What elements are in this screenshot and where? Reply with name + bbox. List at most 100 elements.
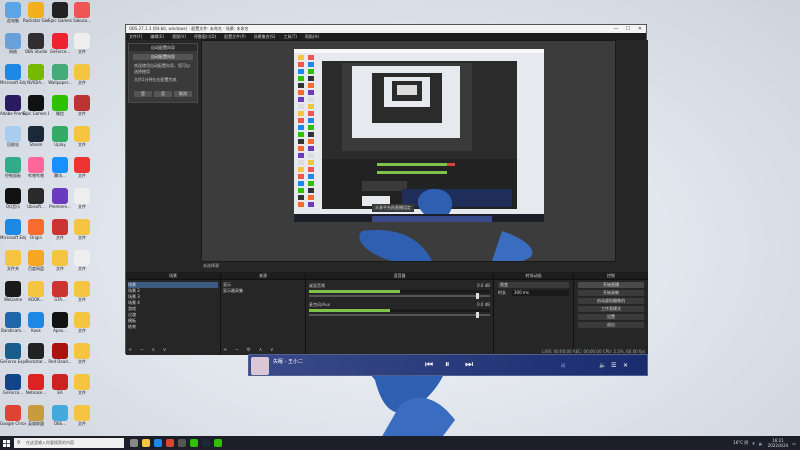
desktop-icon[interactable]: Microsoft Edge — [0, 219, 26, 251]
scenes-toolbar[interactable]: + − ∧ ∨ — [128, 347, 169, 353]
maximize-button[interactable]: ☐ — [622, 26, 634, 32]
taskbar-app-file-explorer[interactable] — [140, 436, 152, 450]
clock[interactable]: 16:21 2022/4/24 — [768, 438, 789, 448]
menu-item[interactable]: 工具(T) — [283, 34, 297, 40]
desktop-icon[interactable]: Rockstar Games... — [23, 2, 49, 34]
source-item[interactable]: 显示器采集 — [223, 288, 303, 294]
pause-button[interactable]: ⏸ — [445, 360, 450, 370]
desktop-icon[interactable]: 哔哩哔哩 — [24, 157, 48, 189]
dialog-cancel-button[interactable]: 取消 — [174, 91, 192, 97]
desktop-icon[interactable]: 文件 — [70, 250, 94, 282]
control-button[interactable]: 设置 — [578, 314, 644, 320]
obs-titlebar[interactable]: OBS 27.1.3 (64-bit, windows) - 配置文件: 未命名… — [126, 25, 646, 33]
desktop-icon[interactable]: Steam — [24, 126, 48, 158]
app-icon — [74, 64, 90, 80]
desktop-icon[interactable]: 文件 — [70, 405, 94, 437]
minimize-button[interactable]: — — [610, 26, 622, 32]
close-button[interactable]: ✕ — [634, 26, 646, 32]
start-button[interactable] — [0, 436, 12, 450]
desktop-icon[interactable]: 百度网盘 — [24, 250, 48, 282]
transition-type-select[interactable]: 渐变 — [498, 282, 569, 288]
volume-tray-icon[interactable]: 🔈 — [759, 441, 764, 446]
desktop-icon[interactable]: 文件 — [70, 343, 94, 375]
desktop-icon[interactable]: Google Chrome — [0, 405, 26, 437]
next-track-button[interactable]: ⏭ — [465, 360, 473, 370]
volume-icon[interactable]: 🔈 — [599, 362, 606, 369]
dialog-yes-button[interactable]: 是 — [134, 91, 152, 97]
desktop-icon[interactable]: 控制面板 — [1, 157, 25, 189]
desktop-icon[interactable]: Ubisoft... — [24, 188, 48, 220]
control-button[interactable]: 开始直播 — [578, 282, 644, 288]
desktop-icon[interactable]: 文件 — [70, 188, 94, 220]
duration-input[interactable]: 300 ms — [512, 290, 569, 296]
taskbar-app-task-view[interactable] — [128, 436, 140, 450]
desktop-icon[interactable]: 网络 — [1, 33, 25, 65]
desktop-icon[interactable]: Epic Games Launcher — [23, 95, 49, 127]
menu-item[interactable]: 文件(F) — [129, 34, 142, 40]
desktop-icon[interactable]: 文件夹 — [1, 250, 25, 282]
album-cover[interactable] — [251, 357, 269, 375]
previous-track-button[interactable]: ⏮ — [425, 360, 433, 370]
taskbar-app-edge[interactable] — [152, 436, 164, 450]
player-close-icon[interactable]: ✕ — [623, 362, 628, 369]
desktop-icon[interactable]: 英雄联盟 — [24, 405, 48, 437]
volume-fader[interactable] — [309, 312, 490, 318]
desktop-icon[interactable]: 回收站 — [1, 126, 25, 158]
obs-preview[interactable]: 众多平台的直播设定 — [201, 40, 616, 262]
menu-item[interactable]: 帮助(H) — [305, 34, 319, 40]
taskbar-app-wechat[interactable] — [212, 436, 224, 450]
desktop-icon[interactable]: 此电脑 — [1, 2, 25, 34]
desktop-icon[interactable]: Bandicam... — [1, 312, 25, 344]
taskbar-search-input[interactable]: ⚲ 在这里输入你要搜索的内容 — [14, 438, 124, 448]
control-button[interactable]: 启动虚拟摄像机 — [578, 298, 644, 304]
taskbar-app-obs[interactable] — [176, 436, 188, 450]
taskbar-app-chrome[interactable] — [164, 436, 176, 450]
dialog-no-button[interactable]: 否 — [154, 91, 172, 97]
menu-item[interactable]: 视图(V) — [172, 34, 186, 40]
desktop-icon[interactable]: 文件 — [70, 219, 94, 251]
desktop-icon[interactable]: GeForce... — [1, 374, 25, 406]
desktop-icon[interactable]: Rockstar... — [24, 343, 48, 375]
desktop-icon[interactable]: 文件 — [70, 126, 94, 158]
menu-item[interactable]: 场景集合(S) — [254, 34, 276, 40]
desktop-icon[interactable]: NVIDIA... — [24, 64, 48, 96]
menu-item[interactable]: 停靠窗口(D) — [194, 34, 216, 40]
desktop-icon[interactable]: GeForce Experience — [0, 343, 26, 375]
lyrics-toggle[interactable]: 词 — [561, 363, 565, 369]
desktop-icon[interactable]: 文件 — [70, 374, 94, 406]
desktop-icon[interactable]: 文件 — [70, 95, 94, 127]
desktop-icon[interactable]: Kook — [24, 312, 48, 344]
desktop-icon[interactable]: 文件 — [70, 281, 94, 313]
taskbar-app-qq-music[interactable] — [188, 436, 200, 450]
duration-label: 时长 — [498, 290, 506, 295]
menu-item[interactable]: 编辑(E) — [150, 34, 164, 40]
desktop-icon[interactable]: Microsoft Edge — [0, 64, 26, 96]
desktop-icon[interactable]: KOOK... — [24, 281, 48, 313]
nested-desktop-icon — [308, 76, 314, 81]
network-icon[interactable]: ⌾ — [752, 441, 754, 446]
sources-dock: 来源 显示 显示器采集 + − ⚙ ∧ ∨ — [221, 272, 306, 355]
desktop-icon[interactable]: 文件 — [70, 157, 94, 189]
desktop-icon[interactable]: OBS Studio — [24, 33, 48, 65]
desktop-icon[interactable]: Adobe Premiere... — [0, 95, 26, 127]
desktop-icon[interactable]: 文件 — [70, 64, 94, 96]
desktop-icon[interactable]: WeGame — [1, 281, 25, 313]
taskbar-app-steam[interactable] — [200, 436, 212, 450]
desktop-icon[interactable]: Sakura... — [70, 2, 94, 34]
notification-icon[interactable]: ▭ — [792, 441, 796, 446]
nested-desktop-icon — [298, 83, 304, 88]
weather-widget[interactable]: 16°C 阴 — [733, 440, 748, 446]
desktop-icon[interactable]: Netease... — [24, 374, 48, 406]
desktop-icon[interactable]: Origin — [24, 219, 48, 251]
desktop-icon[interactable]: 文件 — [70, 312, 94, 344]
scene-item[interactable]: 结束 — [128, 324, 218, 330]
control-button[interactable]: 工作室模式 — [578, 306, 644, 312]
playlist-icon[interactable]: ☰ — [611, 362, 616, 369]
desktop-icon[interactable]: QQ音乐 — [1, 188, 25, 220]
control-button[interactable]: 退出 — [578, 322, 644, 328]
control-button[interactable]: 开始录制 — [578, 290, 644, 296]
sources-toolbar[interactable]: + − ⚙ ∧ ∨ — [223, 347, 277, 353]
desktop-icon[interactable]: 文件 — [70, 33, 94, 65]
volume-fader[interactable] — [309, 293, 490, 299]
menu-item[interactable]: 配置文件(P) — [224, 34, 246, 40]
